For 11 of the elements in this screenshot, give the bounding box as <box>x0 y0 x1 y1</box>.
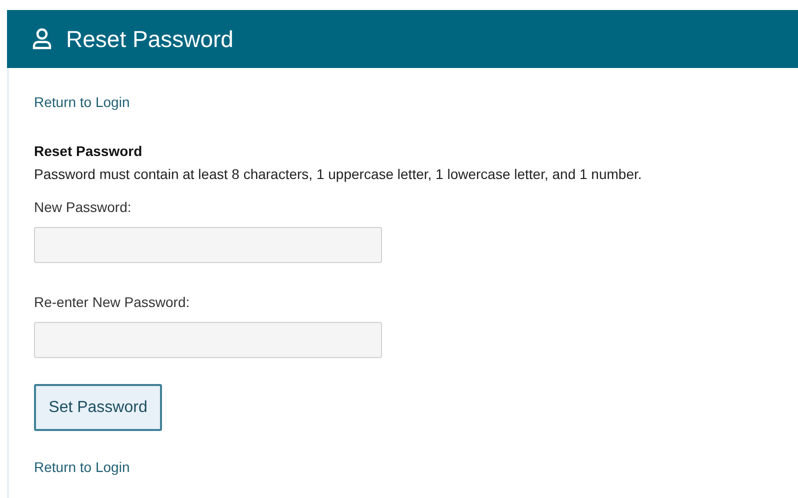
password-field[interactable] <box>34 322 382 358</box>
user-icon <box>32 28 52 50</box>
set-password-button[interactable]: Set Password <box>34 384 162 431</box>
field-label: New Password: <box>34 199 132 215</box>
password-field[interactable] <box>34 227 382 263</box>
password-requirements: Password must contain at least 8 characters, 1 uppercase letter, 1 lowercase letter, and 1 number. <box>34 166 642 182</box>
form-heading: Reset Password <box>34 143 142 159</box>
return-to-login-link[interactable]: Return to Login <box>34 94 130 110</box>
field-label: Re-enter New Password: <box>34 294 190 310</box>
page-title: Reset Password <box>66 26 234 52</box>
return-to-login-link[interactable]: Return to Login <box>34 459 130 475</box>
